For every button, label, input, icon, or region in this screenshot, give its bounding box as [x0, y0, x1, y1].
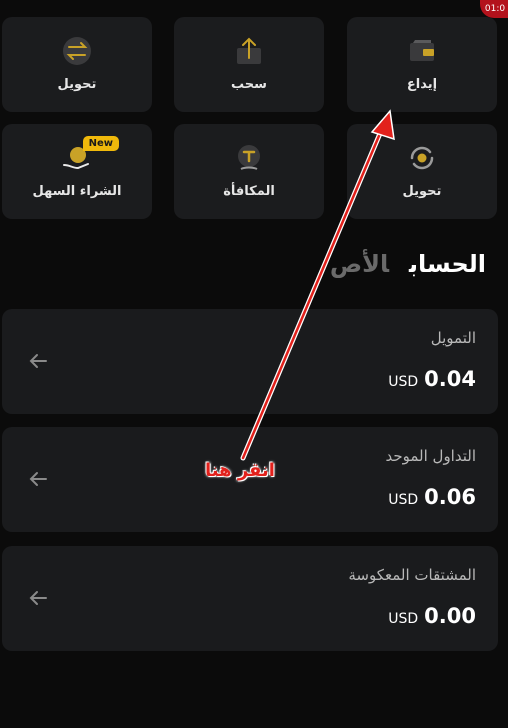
- status-indicator: 01:0: [480, 0, 508, 18]
- action-label: إيداع: [406, 77, 438, 92]
- deposit-wallet-icon: [402, 31, 442, 71]
- action-easy-buy[interactable]: New الشراء السهل: [2, 124, 152, 219]
- annotation-text: انقر هنا: [205, 460, 275, 481]
- action-reward[interactable]: المكافأة: [174, 124, 324, 219]
- account-balance: USD 0.06: [388, 485, 476, 509]
- action-withdraw[interactable]: سحب: [174, 17, 324, 112]
- swap-icon: [57, 31, 97, 71]
- action-transfer[interactable]: تحويل: [2, 17, 152, 112]
- action-label: تحويل: [402, 184, 442, 199]
- arrow-left-icon[interactable]: [26, 467, 50, 491]
- action-label: المكافأة: [223, 184, 275, 199]
- withdraw-icon: [229, 31, 269, 71]
- easy-buy-icon: New: [57, 136, 119, 178]
- account-card-funding[interactable]: التمويل USD 0.04: [2, 309, 498, 414]
- tab-bar: الحساب الأص: [330, 250, 486, 278]
- convert-icon: [402, 138, 442, 178]
- reward-icon: [229, 138, 269, 178]
- amount-value: 0.06: [424, 485, 476, 509]
- account-balance: USD 0.00: [388, 604, 476, 628]
- tab-account[interactable]: الحساب: [409, 250, 486, 278]
- currency-label: USD: [388, 374, 419, 390]
- amount-value: 0.04: [424, 367, 476, 391]
- tab-assets[interactable]: الأص: [330, 250, 389, 278]
- new-badge: New: [82, 136, 119, 151]
- action-label: سحب: [231, 77, 267, 92]
- account-title: التمويل: [430, 329, 476, 347]
- account-balance: USD 0.04: [388, 367, 476, 391]
- account-title: التداول الموحد: [385, 447, 476, 465]
- currency-label: USD: [388, 611, 419, 627]
- arrow-left-icon[interactable]: [26, 586, 50, 610]
- action-label: الشراء السهل: [32, 184, 122, 199]
- action-convert[interactable]: تحويل: [347, 124, 497, 219]
- status-time: 01:0: [484, 4, 506, 14]
- action-deposit[interactable]: إيداع: [347, 17, 497, 112]
- account-title: المشتقات المعكوسة: [348, 566, 476, 584]
- account-card-inverse[interactable]: المشتقات المعكوسة USD 0.00: [2, 546, 498, 651]
- arrow-left-icon[interactable]: [26, 349, 50, 373]
- action-label: تحويل: [57, 77, 97, 92]
- currency-label: USD: [388, 492, 419, 508]
- amount-value: 0.00: [424, 604, 476, 628]
